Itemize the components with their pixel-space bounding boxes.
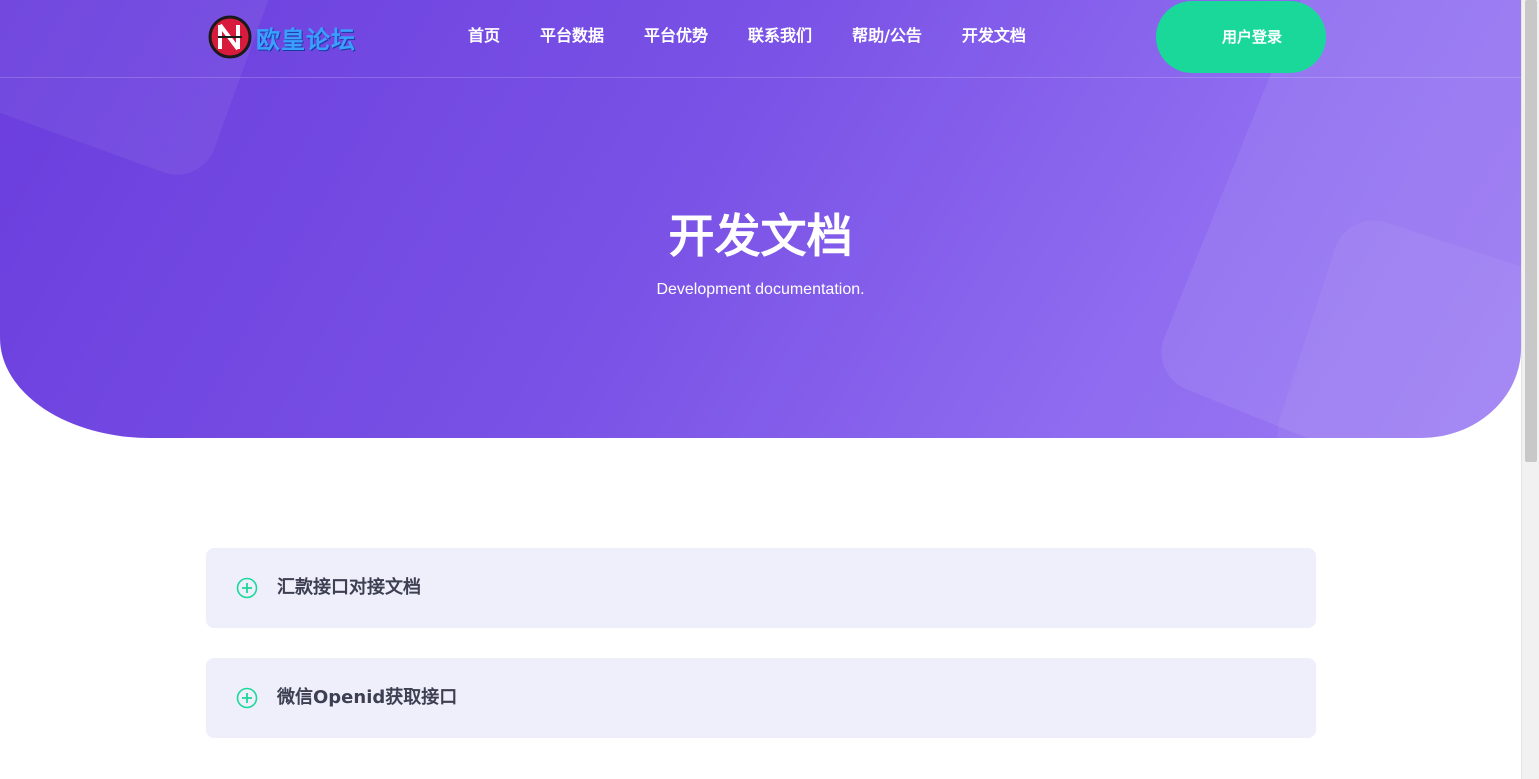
plus-circle-icon (236, 577, 258, 599)
nav-item-home[interactable]: 首页 (468, 25, 500, 47)
user-login-label: 用户登录 (1222, 28, 1283, 46)
nav-item-platform-data[interactable]: 平台数据 (540, 25, 604, 47)
top-navigation-bar: 欧皇论坛 首页 平台数据 平台优势 联系我们 帮助/公告 开发文档 用户登录 (0, 0, 1521, 78)
site-logo[interactable]: 欧皇论坛 (208, 14, 358, 60)
plus-circle-icon (236, 687, 258, 709)
logo-text: 欧皇论坛 (256, 25, 356, 54)
scrollbar-thumb[interactable] (1525, 0, 1537, 462)
nav-item-help-announcements[interactable]: 帮助/公告 (852, 25, 922, 47)
logo-icon (208, 15, 252, 59)
nav-item-contact-us[interactable]: 联系我们 (748, 25, 812, 47)
accordion-item-label: 微信Openid获取接口 (277, 687, 458, 708)
nav-item-dev-docs[interactable]: 开发文档 (962, 25, 1026, 47)
nav-item-platform-advantages[interactable]: 平台优势 (644, 25, 708, 47)
main-nav: 首页 平台数据 平台优势 联系我们 帮助/公告 开发文档 (468, 25, 1066, 47)
page-title: 开发文档 (668, 209, 853, 263)
page-scrollbar[interactable] (1521, 0, 1539, 779)
accordion-item-remittance-api[interactable]: 汇款接口对接文档 (206, 548, 1316, 628)
accordion-item-label: 汇款接口对接文档 (277, 577, 421, 598)
page-subtitle: Development documentation. (656, 281, 865, 298)
hero-banner: 欧皇论坛 首页 平台数据 平台优势 联系我们 帮助/公告 开发文档 用户登录 开… (0, 0, 1521, 438)
accordion-item-wechat-openid-api[interactable]: 微信Openid获取接口 (206, 658, 1316, 738)
user-login-button[interactable]: 用户登录 (1156, 1, 1326, 73)
